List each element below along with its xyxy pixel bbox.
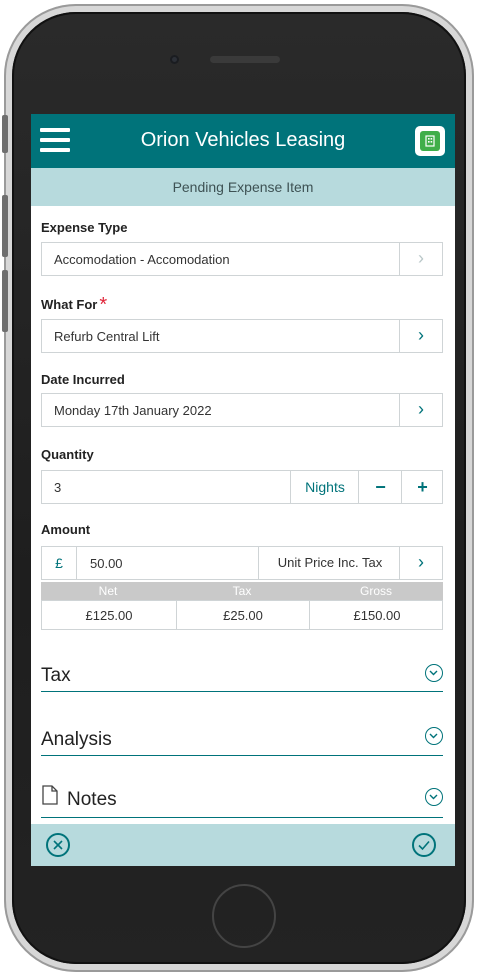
totals-gross-value: £150.00 xyxy=(353,608,401,623)
date-incurred-field[interactable]: Monday 17th January 2022 › xyxy=(41,393,443,427)
phone-speaker xyxy=(210,56,280,63)
totals-header-gross: Gross xyxy=(359,584,392,598)
totals-header-net: Net xyxy=(98,584,118,598)
check-circle-icon[interactable] xyxy=(412,833,436,857)
quantity-field[interactable]: 3 Nights − + xyxy=(41,470,443,504)
totals-header-tax: Tax xyxy=(232,584,252,598)
what-for-label: What For * xyxy=(41,294,108,316)
totals-net-value: £125.00 xyxy=(85,608,133,623)
app-header: Orion Vehicles Leasing xyxy=(31,114,455,168)
what-for-field[interactable]: Refurb Central Lift › xyxy=(41,319,443,353)
currency-symbol: £ xyxy=(42,547,77,579)
amount-label: Amount xyxy=(41,522,91,537)
quantity-increment-button[interactable]: + xyxy=(401,471,443,503)
phone-home-button[interactable] xyxy=(212,884,276,948)
chevron-right-icon[interactable]: › xyxy=(399,320,442,352)
chevron-right-icon[interactable]: › xyxy=(399,394,442,426)
quantity-label: Quantity xyxy=(41,447,94,462)
date-incurred-label: Date Incurred xyxy=(41,372,125,387)
phone-side-button xyxy=(2,115,8,153)
amount-field[interactable]: £ 50.00 Unit Price Inc. Tax › xyxy=(41,546,443,580)
quantity-value: 3 xyxy=(54,480,62,495)
app-logo-icon[interactable] xyxy=(415,126,445,156)
date-incurred-value: Monday 17th January 2022 xyxy=(54,403,212,418)
phone-volume-down xyxy=(2,270,8,332)
expense-type-field[interactable]: Accomodation - Accomodation › xyxy=(41,242,443,276)
what-for-value: Refurb Central Lift xyxy=(54,329,160,344)
analysis-section-title: Analysis xyxy=(41,729,112,750)
expense-type-value: Accomodation - Accomodation xyxy=(54,252,230,267)
totals-row: £125.00 £25.00 £150.00 xyxy=(41,600,443,630)
quantity-decrement-button[interactable]: − xyxy=(358,471,402,503)
tax-section-title: Tax xyxy=(41,665,71,686)
page-subtitle: Pending Expense Item xyxy=(31,168,455,206)
close-circle-icon[interactable] xyxy=(46,833,70,857)
totals-tax-value: £25.00 xyxy=(223,608,263,623)
app-screen: Orion Vehicles Leasing Pending Expense I… xyxy=(31,114,455,866)
document-icon xyxy=(41,785,59,811)
footer-bar xyxy=(31,824,455,866)
chevron-down-circle-icon[interactable] xyxy=(425,727,443,745)
required-star: * xyxy=(99,294,108,316)
totals-header: Net Tax Gross xyxy=(41,582,443,600)
chevron-right-icon[interactable]: › xyxy=(399,547,442,579)
notes-section-header[interactable]: Notes xyxy=(41,783,443,818)
expense-type-label: Expense Type xyxy=(41,220,128,235)
app-title: Orion Vehicles Leasing xyxy=(140,129,346,151)
chevron-down-circle-icon[interactable] xyxy=(425,664,443,682)
quantity-unit[interactable]: Nights xyxy=(290,471,359,503)
amount-mode[interactable]: Unit Price Inc. Tax xyxy=(258,547,401,579)
chevron-down-circle-icon[interactable] xyxy=(425,788,443,806)
phone-volume-up xyxy=(2,195,8,257)
analysis-section-header[interactable]: Analysis xyxy=(41,721,443,756)
phone-camera xyxy=(170,55,179,64)
amount-value[interactable]: 50.00 xyxy=(90,556,123,571)
notes-section-title: Notes xyxy=(41,785,117,813)
tax-section-header[interactable]: Tax xyxy=(41,657,443,692)
chevron-right-icon[interactable]: › xyxy=(399,243,442,275)
